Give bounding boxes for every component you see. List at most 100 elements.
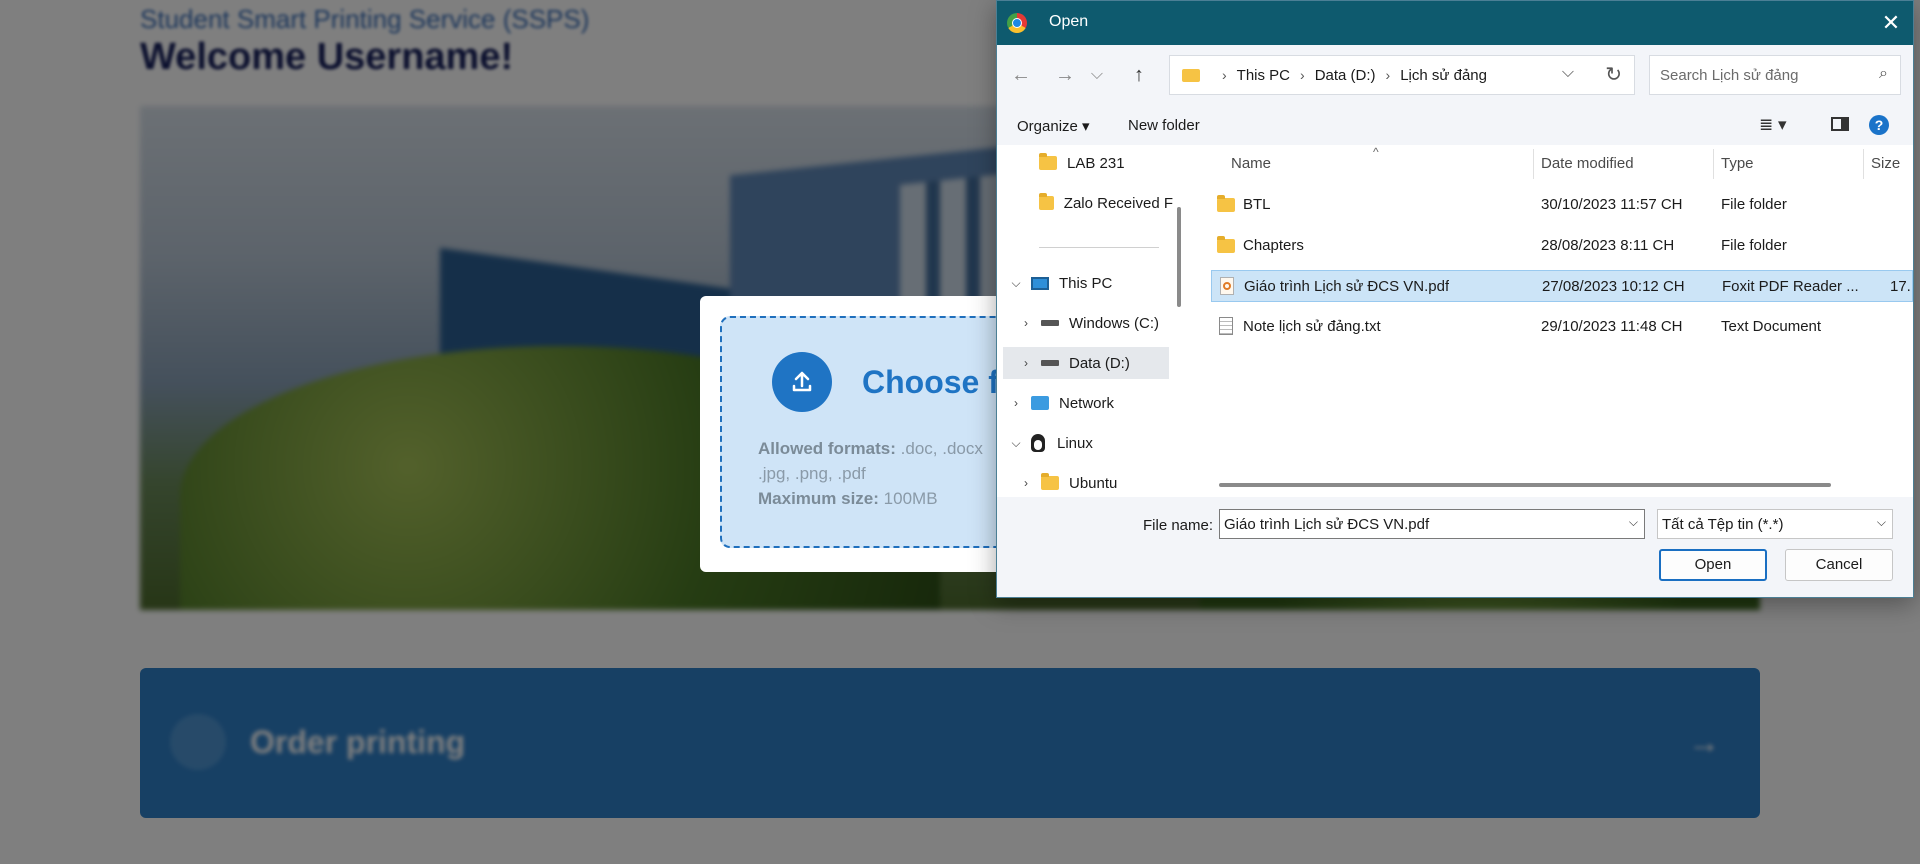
open-button[interactable]: Open: [1659, 549, 1767, 581]
breadcrumb-separator: ›: [1300, 67, 1305, 83]
new-folder-button[interactable]: New folder: [1128, 117, 1200, 134]
column-header-date-modified[interactable]: Date modified: [1541, 145, 1634, 181]
upload-icon[interactable]: [772, 352, 832, 412]
breadcrumb-separator: ›: [1385, 67, 1391, 83]
folder-icon: [1039, 193, 1054, 210]
address-dropdown-icon[interactable]: ⌵: [1562, 64, 1574, 82]
file-row-selected[interactable]: Giáo trình Lịch sử ĐCS VN.pdf 27/08/2023…: [1211, 270, 1913, 302]
chevron-right-icon[interactable]: ›: [1019, 476, 1033, 490]
command-bar: Organize ▾ New folder ≣ ▾ ?: [997, 105, 1913, 145]
chevron-down-icon: ⌵: [1876, 515, 1886, 529]
drive-icon: [1041, 320, 1059, 326]
chevron-down-icon[interactable]: ⌵: [1009, 276, 1023, 291]
nav-item-this-pc[interactable]: ⌵ This PC: [997, 267, 1173, 299]
nav-item-network[interactable]: › Network: [997, 387, 1173, 419]
file-type: File folder: [1721, 196, 1787, 213]
pdf-file-icon: [1220, 277, 1234, 295]
column-header-type[interactable]: Type: [1721, 145, 1754, 181]
back-arrow-icon[interactable]: ←: [1007, 61, 1035, 89]
allowed-formats-value-2: .jpg, .png, .pdf: [758, 464, 866, 483]
breadcrumb-this-pc[interactable]: This PC: [1237, 67, 1290, 84]
file-name-input[interactable]: Giáo trình Lịch sử ĐCS VN.pdf ⌵: [1219, 509, 1645, 539]
navigation-pane: LAB 231 Zalo Received F ⌵ This PC › Wind…: [997, 145, 1173, 497]
file-type: Text Document: [1721, 318, 1822, 335]
search-icon[interactable]: ⌕: [1879, 65, 1888, 83]
nav-item-zalo-received[interactable]: Zalo Received F: [997, 187, 1173, 219]
folder-icon: [1039, 153, 1057, 170]
linux-icon: [1031, 434, 1045, 452]
file-row[interactable]: Chapters 28/08/2023 8:11 CH File folder: [1211, 230, 1913, 262]
cancel-button[interactable]: Cancel: [1785, 549, 1893, 581]
file-type-value: Tất cả Tệp tin (*.*): [1662, 516, 1784, 533]
nav-item-ubuntu[interactable]: › Ubuntu: [997, 467, 1173, 497]
allowed-formats-label: Allowed formats:: [758, 439, 896, 458]
dialog-footer: File name: Giáo trình Lịch sử ĐCS VN.pdf…: [997, 497, 1913, 597]
chevron-down-icon[interactable]: ⌵: [1009, 436, 1023, 451]
max-size-value: 100MB: [883, 489, 938, 508]
breadcrumb-current-folder[interactable]: Lịch sử đảng: [1400, 67, 1487, 84]
folder-icon: [1217, 236, 1235, 253]
chrome-icon: [1007, 13, 1027, 33]
help-icon[interactable]: ?: [1869, 115, 1889, 135]
view-options-icon[interactable]: ≣ ▾: [1759, 115, 1787, 135]
address-bar[interactable]: › This PC › Data (D:) › Lịch sử đảng ⌵ ↻: [1169, 55, 1635, 95]
nav-item-label: Linux: [1057, 434, 1093, 452]
file-name: BTL: [1243, 196, 1271, 213]
nav-pane-scrollbar[interactable]: [1177, 207, 1181, 307]
preview-pane-icon[interactable]: [1831, 117, 1849, 131]
dialog-titlebar[interactable]: Open ✕: [997, 1, 1913, 45]
nav-item-label: Zalo Received F: [1063, 194, 1173, 212]
open-file-dialog: Open ✕ ← → ⌵ ↑ › This PC › Data (D:) › L…: [996, 0, 1914, 598]
file-date: 29/10/2023 11:48 CH: [1541, 318, 1683, 335]
organize-menu[interactable]: Organize ▾: [1017, 117, 1090, 135]
chevron-down-icon[interactable]: ⌵: [1629, 515, 1638, 530]
nav-item-data-d[interactable]: › Data (D:): [1003, 347, 1169, 379]
file-type-select[interactable]: Tất cả Tệp tin (*.*) ⌵: [1657, 509, 1893, 539]
nav-item-label: This PC: [1059, 274, 1113, 292]
file-name: Note lịch sử đảng.txt: [1243, 318, 1381, 335]
nav-item-linux[interactable]: ⌵ Linux: [997, 427, 1173, 459]
nav-item-label: LAB 231: [1067, 154, 1125, 172]
up-arrow-icon[interactable]: ↑: [1125, 61, 1153, 89]
file-name-value: Giáo trình Lịch sử ĐCS VN.pdf: [1224, 516, 1430, 533]
file-row[interactable]: Note lịch sử đảng.txt 29/10/2023 11:48 C…: [1211, 311, 1913, 343]
file-name-label: File name:: [1143, 517, 1214, 534]
file-date: 28/08/2023 8:11 CH: [1541, 237, 1675, 254]
nav-item-lab-231[interactable]: LAB 231: [997, 147, 1173, 179]
forward-arrow-icon[interactable]: →: [1051, 61, 1079, 89]
navigation-bar: ← → ⌵ ↑ › This PC › Data (D:) › Lịch sử …: [997, 45, 1913, 105]
nav-item-label: Windows (C:): [1069, 314, 1160, 332]
drive-icon: [1041, 360, 1059, 366]
chevron-right-icon[interactable]: ›: [1019, 356, 1033, 370]
breadcrumb-data-d[interactable]: Data (D:): [1315, 67, 1376, 84]
chevron-right-icon[interactable]: ›: [1019, 316, 1033, 330]
file-list: ^ Name Date modified Type Size BTL 30/10…: [1193, 145, 1913, 485]
refresh-icon[interactable]: ↻: [1605, 62, 1622, 87]
file-row[interactable]: BTL 30/10/2023 11:57 CH File folder: [1211, 189, 1913, 221]
column-divider[interactable]: [1533, 149, 1534, 179]
file-date: 27/08/2023 10:12 CH: [1542, 278, 1685, 295]
file-name: Giáo trình Lịch sử ĐCS VN.pdf: [1244, 278, 1450, 295]
sort-ascending-icon: ^: [1373, 145, 1379, 159]
column-header-size[interactable]: Size: [1871, 145, 1900, 181]
column-divider[interactable]: [1863, 149, 1864, 179]
text-file-icon: [1219, 317, 1233, 335]
nav-item-label: Ubuntu: [1069, 474, 1118, 492]
file-type: Foxit PDF Reader ...: [1722, 278, 1859, 295]
nav-item-windows-c[interactable]: › Windows (C:): [997, 307, 1173, 339]
column-divider[interactable]: [1713, 149, 1714, 179]
max-size-label: Maximum size:: [758, 489, 879, 508]
search-placeholder: Search Lịch sử đảng: [1660, 67, 1799, 84]
folder-icon: [1041, 473, 1059, 490]
file-list-scrollbar[interactable]: [1219, 483, 1831, 487]
nav-item-label: Network: [1059, 394, 1115, 412]
recent-locations-icon[interactable]: ⌵: [1083, 61, 1111, 89]
close-icon[interactable]: ✕: [1869, 1, 1913, 45]
breadcrumb-separator: ›: [1222, 67, 1227, 83]
chevron-right-icon[interactable]: ›: [1009, 396, 1023, 410]
search-input[interactable]: Search Lịch sử đảng ⌕: [1649, 55, 1901, 95]
column-header-name[interactable]: Name: [1231, 145, 1271, 181]
folder-icon: [1217, 195, 1235, 212]
choose-file-label[interactable]: Choose fi: [862, 364, 1008, 401]
folder-icon: [1182, 68, 1200, 82]
